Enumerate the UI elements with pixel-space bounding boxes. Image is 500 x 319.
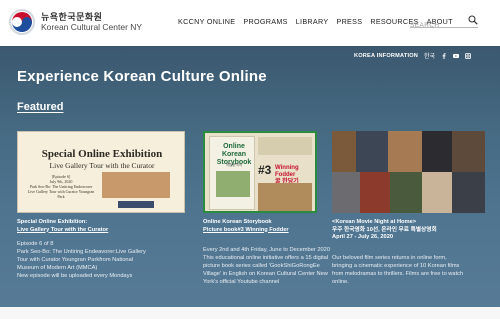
youtube-icon[interactable]	[453, 53, 460, 59]
movie-poster-8	[390, 172, 422, 213]
movie-night-desc-line: from melodramas to thrillers. Films are …	[332, 271, 464, 277]
storybook-desc-line: This educational online initiative offer…	[203, 255, 329, 261]
movie-night-title-line-1[interactable]: <Korean Movie Night at Home>	[332, 219, 437, 227]
exhibition-card-description: Episode 6 of 8 Park Seo-Bo: The Untiring…	[17, 240, 146, 280]
storybook-desc-line: Village' in English on Korean Cultural C…	[203, 271, 328, 277]
storybook-cover: Online Korean Storybook 국립한국어	[209, 136, 255, 210]
movie-night-card-description: Our beloved film series returns in onlin…	[332, 254, 463, 286]
search-input[interactable]	[410, 19, 466, 32]
exhibition-image-detail-2: Live Gallery Tour with Curator Youngran …	[27, 189, 95, 199]
utility-bar: KOREA INFORMATION 한국	[354, 51, 472, 60]
movie-poster-2	[356, 131, 388, 172]
korea-information-link[interactable]: KOREA INFORMATION	[354, 53, 418, 59]
movie-night-desc-line: bringing a cinematic experience of 10 Ko…	[332, 263, 460, 269]
movie-night-title-line-2[interactable]: 우주 한국영화 10선, 온라인 무료 특별상영회	[332, 227, 437, 235]
storybook-title-line-1[interactable]: Online Korean Storybook	[203, 219, 289, 227]
movie-poster-9	[422, 172, 452, 213]
storybook-image-winner-en: Winning Fodder	[275, 165, 299, 178]
search-icon[interactable]	[468, 15, 478, 25]
exhibition-image-subheading: Live Gallery Tour with the Curator	[49, 161, 155, 170]
exhibition-artwork-photo	[102, 172, 170, 198]
exhibition-card-image[interactable]: Special Online Exhibition Live Gallery T…	[17, 131, 185, 213]
movie-poster-5	[452, 131, 485, 172]
exhibition-image-details: [Episode 6] July 9th, 2020 Park Seo-Bo: …	[26, 174, 96, 199]
storybook-card-description: Every 2nd and 4th Friday, June to Decemb…	[203, 246, 330, 286]
movie-night-desc-line: Our beloved film series returns in onlin…	[332, 255, 447, 261]
movie-poster-10	[452, 172, 485, 213]
storybook-image-number: #3	[258, 163, 272, 177]
exhibition-desc-line: Tour with Curator Youngran Parkfrom Nati…	[17, 257, 134, 263]
movie-night-desc-line: online.	[332, 279, 349, 285]
movie-night-card-image[interactable]	[332, 131, 485, 213]
storybook-illustration	[216, 171, 250, 197]
exhibition-desc-line: New episode will be uploaded every Monda…	[17, 273, 133, 279]
movie-night-title-line-3[interactable]: April 27 - July 26, 2020	[332, 234, 437, 242]
nav-item-library[interactable]: LIBRARY	[296, 17, 329, 26]
nav-item-programs[interactable]: PROGRAMS	[243, 17, 287, 26]
exhibition-card-title[interactable]: Special Online Exhibition: Live Gallery …	[17, 219, 108, 234]
movie-poster-1	[332, 131, 356, 172]
mmca-logo	[118, 201, 154, 208]
storybook-banner-art	[258, 137, 312, 155]
storybook-scene-art	[258, 183, 312, 211]
movie-poster-3	[388, 131, 422, 172]
nav-item-kccny-online[interactable]: KCCNY ONLINE	[178, 17, 235, 26]
kccny-logo[interactable]	[8, 8, 36, 36]
storybook-title-line-2[interactable]: Picture book#3 Winning Fodder	[203, 227, 289, 235]
exhibition-title-line-1[interactable]: Special Online Exhibition:	[17, 219, 108, 227]
instagram-icon[interactable]	[465, 52, 472, 59]
facebook-icon[interactable]	[441, 52, 447, 59]
search-box	[410, 14, 478, 32]
page-footer-strip	[0, 307, 500, 319]
storybook-image-korean: 국립한국어	[225, 163, 243, 167]
storybook-desc-line: York's official Youtube channel	[203, 279, 280, 285]
storybook-card-image[interactable]: Online Korean Storybook 국립한국어 #3 Winning…	[203, 131, 317, 213]
exhibition-image-heading: Special Online Exhibition	[41, 148, 163, 160]
movie-poster-7	[360, 172, 390, 213]
language-link[interactable]: 한국	[424, 51, 435, 60]
brand-name-english: Korean Cultural Center NY	[41, 22, 143, 32]
page-title: Experience Korean Culture Online	[17, 68, 267, 85]
exhibition-desc-line: Park Seo-Bo: The Untiring Endeavorer:Liv…	[17, 249, 146, 255]
exhibition-desc-line: Episode 6 of 8	[17, 241, 54, 247]
movie-poster-4	[422, 131, 452, 172]
movie-night-card-title[interactable]: <Korean Movie Night at Home> 우주 한국영화 10선…	[332, 219, 437, 242]
storybook-desc-line: picture book series called 'GookShiGoRon…	[203, 263, 320, 269]
exhibition-title-line-2[interactable]: Live Gallery Tour with the Curator	[17, 227, 108, 235]
site-header: 뉴욕한국문화원 Korean Cultural Center NY KCCNY …	[0, 0, 500, 46]
storybook-card-title[interactable]: Online Korean Storybook Picture book#3 W…	[203, 219, 289, 234]
featured-heading: Featured	[17, 101, 64, 113]
nav-item-press[interactable]: PRESS	[336, 17, 362, 26]
storybook-desc-line: Every 2nd and 4th Friday, June to Decemb…	[203, 247, 330, 253]
exhibition-desc-line: Museum of Modern Art (MMCA)	[17, 265, 98, 271]
movie-poster-6	[332, 172, 360, 213]
